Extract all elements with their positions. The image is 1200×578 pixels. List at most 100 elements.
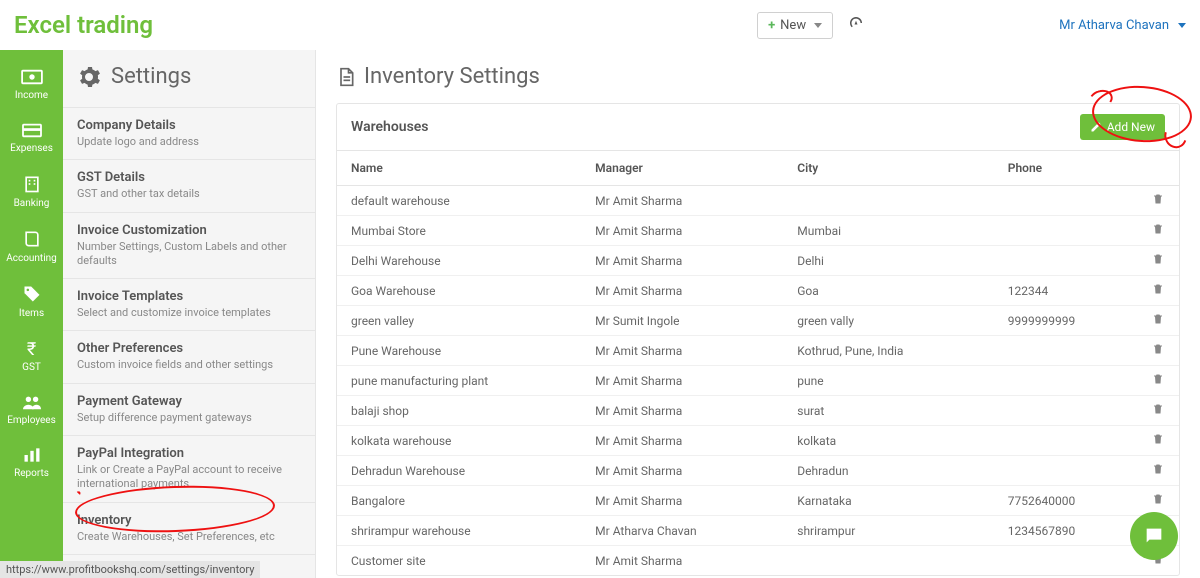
cell-manager: Mr Amit Sharma [581, 426, 783, 456]
table-row: Dehradun WarehouseMr Amit SharmaDehradun [337, 456, 1179, 486]
cell-city: Karnataka [783, 486, 994, 516]
topbar: Excel trading + New Mr Atharva Chavan [0, 0, 1200, 50]
panel-title: Warehouses [351, 119, 429, 135]
menu-item-title: PayPal Integration [77, 446, 301, 461]
cell-name: kolkata warehouse [337, 426, 581, 456]
menu-item-title: Invoice Customization [77, 223, 301, 238]
cell-name: Goa Warehouse [337, 276, 581, 306]
page-title-text: Inventory Settings [364, 64, 540, 89]
caret-down-icon [814, 23, 822, 28]
cell-name: shrirampur warehouse [337, 516, 581, 546]
document-icon [336, 66, 356, 88]
cell-phone [994, 546, 1137, 576]
nav-label: Employees [0, 415, 63, 426]
delete-button[interactable] [1137, 456, 1179, 486]
cell-city: kolkata [783, 426, 994, 456]
table-row: Goa WarehouseMr Amit SharmaGoa122344 [337, 276, 1179, 306]
nav-accounting[interactable]: Accounting [0, 219, 63, 274]
brand-title: Excel trading [14, 11, 153, 39]
gear-icon [77, 65, 101, 89]
rupee-icon: ₹ [0, 339, 63, 360]
cell-phone [994, 456, 1137, 486]
cell-phone: 122344 [994, 276, 1137, 306]
settings-menu-item-gst-details[interactable]: GST DetailsGST and other tax details [63, 159, 315, 211]
trash-icon [1152, 462, 1164, 476]
menu-item-title: Other Preferences [77, 341, 301, 356]
panel-header: Warehouses Add New [337, 104, 1179, 151]
layout: Income Expenses Banking Accounting Items… [0, 50, 1200, 578]
tag-icon [22, 284, 42, 304]
delete-button[interactable] [1137, 216, 1179, 246]
cell-manager: Mr Amit Sharma [581, 546, 783, 576]
delete-button[interactable] [1137, 276, 1179, 306]
col-manager: Manager [581, 151, 783, 186]
nav-gst[interactable]: ₹ GST [0, 329, 63, 383]
cell-city: surat [783, 396, 994, 426]
settings-menu-item-payment-gateway[interactable]: Payment GatewaySetup difference payment … [63, 383, 315, 435]
cell-name: default warehouse [337, 186, 581, 216]
nav-label: GST [0, 362, 63, 373]
cell-manager: Mr Amit Sharma [581, 186, 783, 216]
cell-phone [994, 336, 1137, 366]
delete-button[interactable] [1137, 366, 1179, 396]
content: Inventory Settings Warehouses Add New Na… [316, 50, 1200, 578]
nav-income[interactable]: Income [0, 58, 63, 111]
trash-icon [1152, 312, 1164, 326]
menu-item-subtitle: Link or Create a PayPal account to recei… [77, 463, 301, 492]
user-menu[interactable]: Mr Atharva Chavan [1059, 18, 1186, 33]
add-new-button[interactable]: Add New [1080, 114, 1165, 140]
delete-button[interactable] [1137, 306, 1179, 336]
delete-button[interactable] [1137, 426, 1179, 456]
delete-button[interactable] [1137, 246, 1179, 276]
menu-item-subtitle: Update logo and address [77, 135, 301, 149]
cell-phone: 9999999999 [994, 306, 1137, 336]
new-button[interactable]: + New [757, 12, 833, 39]
chat-icon [1143, 525, 1165, 547]
cell-city: Kothrud, Pune, India [783, 336, 994, 366]
table-row: Customer siteMr Amit Sharma [337, 546, 1179, 576]
cell-city: green vally [783, 306, 994, 336]
settings-menu-item-company-details[interactable]: Company Details Update logo and address [63, 107, 315, 159]
dashboard-icon[interactable] [847, 14, 865, 37]
menu-item-title: Company Details [77, 118, 301, 133]
settings-menu-item-other-preferences[interactable]: Other PreferencesCustom invoice fields a… [63, 330, 315, 382]
nav-employees[interactable]: Employees [0, 383, 63, 436]
delete-button[interactable] [1137, 486, 1179, 516]
topbar-right: + New Mr Atharva Chavan [757, 12, 1186, 39]
status-link: https://www.profitbookshq.com/settings/i… [0, 561, 260, 578]
cell-manager: Mr Amit Sharma [581, 366, 783, 396]
cell-phone [994, 366, 1137, 396]
nav-banking[interactable]: Banking [0, 164, 63, 219]
nav-items[interactable]: Items [0, 274, 63, 329]
delete-button[interactable] [1137, 396, 1179, 426]
menu-item-title: Payment Gateway [77, 394, 301, 409]
settings-title-text: Settings [111, 64, 191, 89]
cell-city: Dehradun [783, 456, 994, 486]
warehouses-panel: Warehouses Add New Name Manager City Pho… [336, 103, 1180, 576]
trash-icon [1152, 342, 1164, 356]
chart-icon [22, 446, 42, 464]
users-icon [21, 393, 43, 411]
trash-icon [1152, 222, 1164, 236]
cell-name: Mumbai Store [337, 216, 581, 246]
nav-expenses[interactable]: Expenses [0, 111, 63, 164]
cell-name: Delhi Warehouse [337, 246, 581, 276]
settings-menu-item-invoice-templates[interactable]: Invoice TemplatesSelect and customize in… [63, 278, 315, 330]
trash-icon [1152, 492, 1164, 506]
cell-manager: Mr Amit Sharma [581, 336, 783, 366]
table-row: default warehouseMr Amit Sharma [337, 186, 1179, 216]
delete-button[interactable] [1137, 186, 1179, 216]
settings-menu-item-paypal-integration[interactable]: PayPal Integration Link or Create a PayPa… [63, 435, 315, 502]
delete-button[interactable] [1137, 336, 1179, 366]
settings-menu-item-invoice-customization[interactable]: Invoice CustomizationNumber Settings, Cu… [63, 212, 315, 279]
add-new-label: Add New [1107, 120, 1155, 134]
cell-city [783, 546, 994, 576]
nav-reports[interactable]: Reports [0, 436, 63, 489]
page-title: Inventory Settings [336, 64, 1180, 89]
chat-fab[interactable] [1130, 512, 1178, 560]
settings-menu-item-inventory[interactable]: InventoryCreate Warehouses, Set Preferen… [63, 502, 315, 554]
menu-item-subtitle: GST and other tax details [77, 187, 301, 201]
new-label: New [780, 18, 806, 33]
cell-phone [994, 216, 1137, 246]
table-row: kolkata warehouseMr Amit Sharmakolkata [337, 426, 1179, 456]
